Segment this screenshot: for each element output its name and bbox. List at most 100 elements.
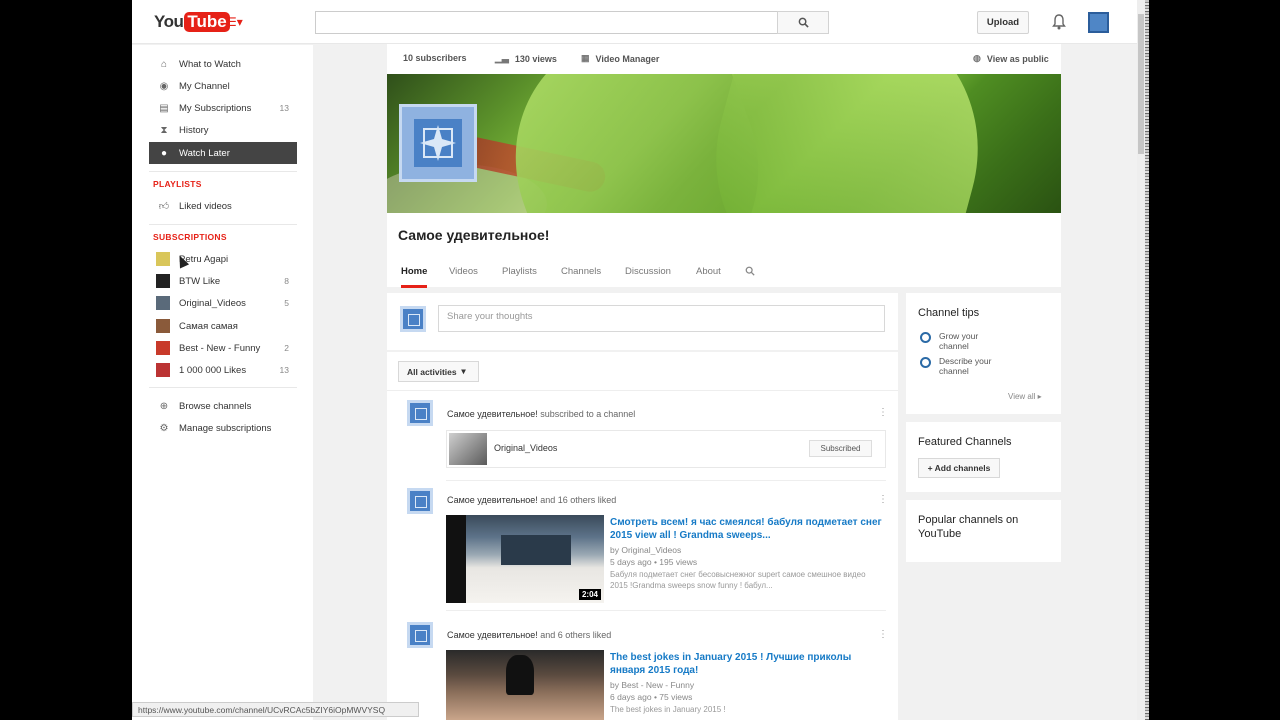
radio-circle-icon [920,332,931,343]
featured-channels-title: Featured Channels [918,436,1012,448]
activity-header: Самое удевительное! and 6 others liked [447,630,612,640]
clock-icon: ● [160,147,168,159]
channel-thumbnail [156,296,170,310]
channel-thumbnail [156,363,170,377]
nav-liked-videos[interactable]: 👍︎ Liked videos [149,195,297,217]
video-channel[interactable]: by Original_Videos [610,545,681,556]
nav-my-channel[interactable]: ◉ My Channel [149,75,297,97]
subscriptions-icon: ▤ [159,102,169,114]
popular-channels-card: Popular channels on YouTube [906,500,1061,562]
notifications-bell-icon[interactable] [1050,13,1068,31]
account-avatar[interactable] [1088,12,1109,33]
video-thumbnail[interactable] [446,650,604,720]
activity-header: Самое удевительное! and 16 others liked [447,495,617,505]
divider [149,224,297,225]
more-options-icon[interactable]: ⋮ [878,407,888,418]
guide-menu-icon[interactable]: ☰▾ [226,15,244,29]
nav-browse-channels[interactable]: ⊕ Browse channels [149,395,297,417]
video-thumbnail[interactable]: 2:04 [446,515,604,603]
screen-border [1145,0,1280,720]
subscription-item[interactable]: Original_Videos 5 [149,292,297,314]
subscriber-count[interactable]: 10 subscribers [403,53,467,63]
gear-icon: ⚙ [159,422,169,434]
nav-my-subscriptions[interactable]: ▤ My Subscriptions 13 [149,97,297,119]
tip-describe-channel[interactable]: Describe your channel [920,356,1009,376]
avatar [407,400,433,426]
guide-sidebar: ⌂ What to Watch ◉ My Channel ▤ My Subscript… [132,45,313,720]
channel-thumbnail[interactable] [449,433,487,465]
tab-channels[interactable]: Channels [561,266,601,285]
channel-search-icon[interactable] [745,266,755,287]
channel-name[interactable]: Original_Videos [494,443,557,453]
nav-what-to-watch[interactable]: ⌂ What to Watch [149,53,297,75]
youtube-logo[interactable]: You Tube [154,10,230,34]
channel-stats-bar: 10 subscribers ▁▃ 130 views ▦ Video Manage… [387,44,1061,74]
view-all-link[interactable]: View all ▸ [1008,392,1042,401]
view-count[interactable]: ▁▃ 130 views [495,53,557,64]
globe-icon: ◍ [973,53,981,63]
more-options-icon[interactable]: ⋮ [878,629,888,640]
upload-button[interactable]: Upload [977,11,1029,34]
subscription-item[interactable]: Petru Agapi [149,248,297,270]
channel-thumbnail [156,252,170,266]
featured-channels-card: Featured Channels + Add channels [906,422,1061,492]
channel-thumbnail [156,274,170,288]
tab-videos[interactable]: Videos [449,266,478,285]
scrollbar-thumb[interactable] [1138,14,1144,154]
home-icon: ⌂ [160,58,168,70]
page-scrollbar[interactable] [1137,0,1145,720]
subscription-item[interactable]: BTW Like 8 [149,270,297,292]
nav-watch-later[interactable]: ● Watch Later [149,142,297,164]
playlists-heading: PLAYLISTS [153,179,202,189]
subscribed-channel-row: Original_Videos Subscribed [446,430,886,468]
video-title-link[interactable]: The best jokes in January 2015 ! Лучшие … [610,651,885,677]
tip-grow-channel[interactable]: Grow your channel [920,331,1009,351]
share-thoughts-input[interactable]: Share your thoughts [438,305,885,332]
subscription-item[interactable]: Best - New - Funny 2 [149,337,297,359]
browser-status-bar: https://www.youtube.com/channel/UCvRCAc5… [132,702,419,717]
channel-tips-card: Channel tips Grow your channel Describe … [906,293,1061,414]
channel-title: Самое удевительное! [398,227,550,243]
thumbs-up-icon: 👍︎ [158,201,170,212]
subscription-item[interactable]: 1 000 000 Likes 13 [149,359,297,381]
channel-banner: g+ [387,74,1061,213]
view-as-public-link[interactable]: ◍ View as public [973,53,1049,64]
browser-viewport: You Tube ☰▾ Upload ⌂ What to Watch ◉ My Cha… [132,0,1137,720]
masthead: You Tube ☰▾ Upload [132,0,1137,44]
video-description: Бабуля подметает снег бесовыснежног supe… [610,570,866,590]
radio-circle-icon [920,357,931,368]
video-manager-link[interactable]: ▦ Video Manager [581,53,659,64]
tab-about[interactable]: About [696,266,721,285]
search-icon [798,17,809,28]
subscriptions-heading: SUBSCRIPTIONS [153,232,227,242]
user-icon: ◉ [159,80,169,92]
subscription-item[interactable]: Самая самая [149,315,297,337]
plus-circle-icon: ⊕ [159,400,169,412]
add-channels-button[interactable]: + Add channels [918,458,1000,478]
tab-playlists[interactable]: Playlists [502,266,537,285]
channel-avatar[interactable] [399,104,477,182]
avatar [400,306,426,332]
nav-manage-subscriptions[interactable]: ⚙ Manage subscriptions [149,417,297,439]
search-input[interactable] [315,11,778,34]
channel-tips-title: Channel tips [918,307,980,319]
activity-filter-dropdown[interactable]: All activities ▾ [398,361,479,382]
tab-home[interactable]: Home [401,266,428,288]
video-title-link[interactable]: Смотреть всем! я час смеялся! бабуля под… [610,516,885,542]
divider [149,171,297,172]
more-options-icon[interactable]: ⋮ [878,494,888,505]
divider [149,387,297,388]
grid-icon: ▦ [581,53,590,63]
channel-thumbnail [156,341,170,355]
video-duration: 2:04 [578,589,601,600]
popular-channels-title: Popular channels on YouTube [918,514,1019,540]
subscribed-button[interactable]: Subscribed [809,440,872,457]
search-button[interactable] [777,11,829,34]
video-channel[interactable]: by Best - New - Funny [610,680,694,691]
channel-tabs: Home Videos Playlists Channels Discussio… [387,259,1061,288]
avatar [407,488,433,514]
video-meta: 6 days ago • 75 views [610,692,693,702]
nav-history[interactable]: ⧗ History [149,119,297,141]
tab-discussion[interactable]: Discussion [625,266,671,285]
channel-header: 10 subscribers ▁▃ 130 views ▦ Video Manage… [387,44,1061,288]
